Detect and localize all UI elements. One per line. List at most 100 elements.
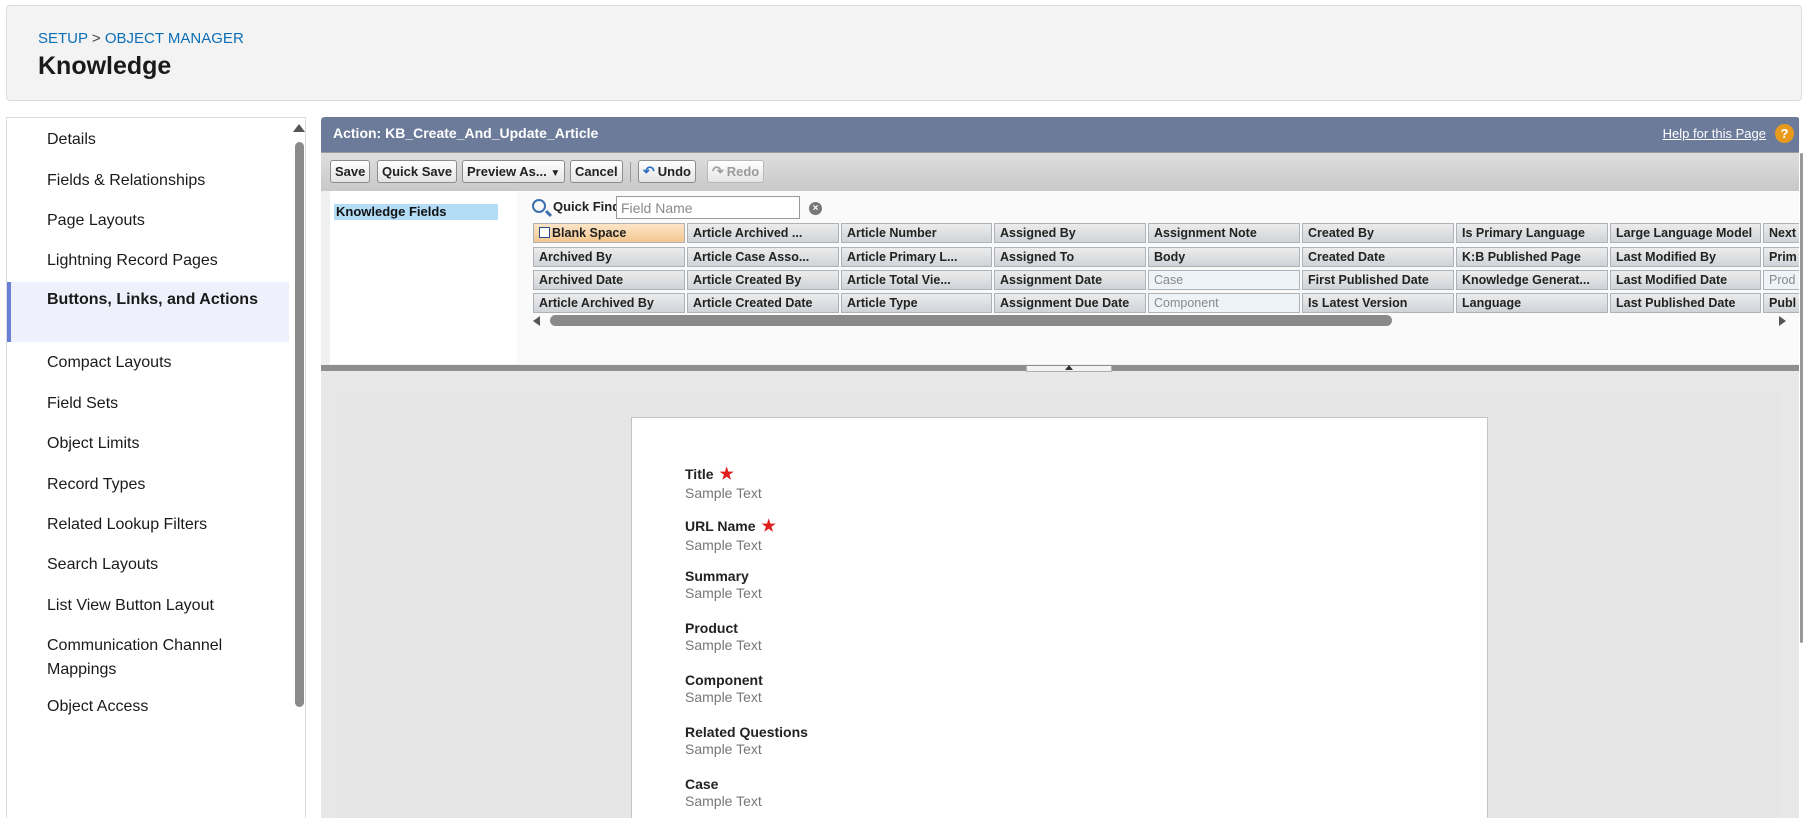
help-icon[interactable]: ? [1775,124,1794,143]
scroll-up-arrow-icon[interactable] [293,124,305,132]
clear-search-icon[interactable]: × [809,202,822,215]
palette-field[interactable]: Assigned To [994,247,1146,267]
palette-field-label: Article Primary L... [847,250,958,264]
palette-field-label: Archived By [539,250,612,264]
sidebar-item-lightning-record-pages[interactable]: Lightning Record Pages [7,249,289,273]
sidebar-item-object-limits[interactable]: Object Limits [7,432,289,456]
palette-field-label: Article Created By [693,273,802,287]
palette-horizontal-scrollbar[interactable] [533,314,1786,328]
quick-find-input[interactable] [616,196,800,219]
palette-field[interactable]: Archived By [533,247,685,267]
undo-label: Undo [657,164,691,179]
scroll-right-arrow-icon[interactable] [1779,316,1786,326]
palette-field[interactable]: Prod [1763,270,1800,290]
palette-field[interactable]: Knowledge Generat... [1456,270,1608,290]
required-star-icon: ★ [719,466,734,483]
scroll-left-arrow-icon[interactable] [533,316,540,326]
palette-field-label: Assigned By [1000,226,1076,240]
sidebar-item-fields-relationships[interactable]: Fields & Relationships [7,169,289,193]
sidebar-item-buttons-links-actions[interactable]: Buttons, Links, and Actions [7,282,289,342]
form-field-title[interactable]: Title ★ Sample Text [685,464,762,501]
breadcrumb: SETUP > OBJECT MANAGER [38,30,244,47]
palette-field[interactable]: Component [1148,293,1300,313]
action-form-preview: Title ★ Sample Text URL Name ★ Sample Text… [631,417,1488,818]
palette-field[interactable]: Article Created By [687,270,839,290]
form-field-summary[interactable]: Summary Sample Text [685,568,762,601]
palette-field-label: Article Archived ... [693,226,803,240]
palette-field[interactable]: Is Latest Version [1302,293,1454,313]
sidebar-item-details[interactable]: Details [7,128,289,152]
form-field-case[interactable]: Case Sample Text [685,776,762,809]
palette-field[interactable]: Language [1456,293,1608,313]
help-for-this-page-link[interactable]: Help for this Page [1663,126,1766,141]
sidebar-nav: Details Fields & Relationships Page Layo… [6,117,306,818]
palette-field[interactable]: Created By [1302,223,1454,243]
palette-field[interactable]: Article Created Date [687,293,839,313]
form-field-value: Sample Text [685,485,762,501]
form-field-value: Sample Text [685,793,762,809]
page-scroll-thumb[interactable] [1800,153,1803,643]
palette-field[interactable]: Article Case Asso... [687,247,839,267]
palette-field-label: K:B Published Page [1462,250,1581,264]
palette-field[interactable]: Assigned By [994,223,1146,243]
breadcrumb-setup-link[interactable]: SETUP [38,30,88,47]
cancel-button[interactable]: Cancel [570,160,623,183]
redo-icon: ↷ [712,163,724,179]
form-field-component[interactable]: Component Sample Text [685,672,763,705]
palette-field[interactable]: Last Modified By [1610,247,1761,267]
palette-field[interactable]: Article Archived By [533,293,685,313]
palette-field-label: Created Date [1308,250,1386,264]
palette-field[interactable]: Large Language Model [1610,223,1761,243]
palette-field[interactable]: Publ [1763,293,1800,313]
palette-category-knowledge-fields[interactable]: Knowledge Fields [334,204,498,220]
preview-as-label: Preview As... [467,164,547,179]
preview-as-button[interactable]: Preview As... ▼ [462,160,566,183]
collapse-palette-handle[interactable] [1026,365,1112,372]
palette-field[interactable]: Is Primary Language [1456,223,1608,243]
palette-field[interactable]: Last Published Date [1610,293,1761,313]
breadcrumb-object-manager-link[interactable]: OBJECT MANAGER [105,30,244,47]
palette-field[interactable]: Case [1148,270,1300,290]
sidebar-item-list-view-button-layout[interactable]: List View Button Layout [7,594,289,618]
sidebar-item-page-layouts[interactable]: Page Layouts [7,209,289,233]
palette-field[interactable]: Body [1148,247,1300,267]
palette-field[interactable]: Blank Space [533,223,685,243]
palette-field[interactable]: Assignment Note [1148,223,1300,243]
page-title: Knowledge [38,52,172,80]
page-scrollbar[interactable] [1799,117,1804,818]
sidebar-scroll-thumb[interactable] [295,142,304,707]
form-field-related-questions[interactable]: Related Questions Sample Text [685,724,808,757]
palette-field[interactable]: K:B Published Page [1456,247,1608,267]
sidebar-item-record-types[interactable]: Record Types [7,473,289,497]
palette-field-label: Body [1154,250,1186,264]
save-button[interactable]: Save [330,160,371,183]
undo-button[interactable]: ↶ Undo [638,160,696,183]
palette-field[interactable]: Archived Date [533,270,685,290]
palette-field[interactable]: Article Primary L... [841,247,992,267]
layout-canvas: Title ★ Sample Text URL Name ★ Sample Text… [335,391,1782,818]
palette-field[interactable]: Assignment Date [994,270,1146,290]
sidebar-item-compact-layouts[interactable]: Compact Layouts [7,351,289,375]
palette-field[interactable]: Last Modified Date [1610,270,1761,290]
palette-field[interactable]: Next [1763,223,1800,243]
form-field-product[interactable]: Product Sample Text [685,620,762,653]
palette-field-label: Is Latest Version [1308,296,1408,310]
palette-field[interactable]: Article Total Vie... [841,270,992,290]
sidebar-item-object-access[interactable]: Object Access [7,695,289,719]
sidebar-item-search-layouts[interactable]: Search Layouts [7,553,289,577]
sidebar-item-communication-channel-mappings[interactable]: Communication Channel Mappings [7,634,289,682]
palette-field[interactable]: Created Date [1302,247,1454,267]
sidebar-item-related-lookup-filters[interactable]: Related Lookup Filters [7,513,289,537]
palette-scroll-thumb[interactable] [550,315,1392,326]
form-field-url-name[interactable]: URL Name ★ Sample Text [685,516,776,553]
palette-field[interactable]: First Published Date [1302,270,1454,290]
palette-field[interactable]: Prim [1763,247,1800,267]
sidebar-scrollbar[interactable] [293,118,305,818]
quick-save-button[interactable]: Quick Save [377,160,458,183]
palette-field[interactable]: Assignment Due Date [994,293,1146,313]
palette-field[interactable]: Article Type [841,293,992,313]
redo-button[interactable]: ↷ Redo [707,160,765,183]
sidebar-item-field-sets[interactable]: Field Sets [7,392,289,416]
palette-field[interactable]: Article Archived ... [687,223,839,243]
palette-field[interactable]: Article Number [841,223,992,243]
